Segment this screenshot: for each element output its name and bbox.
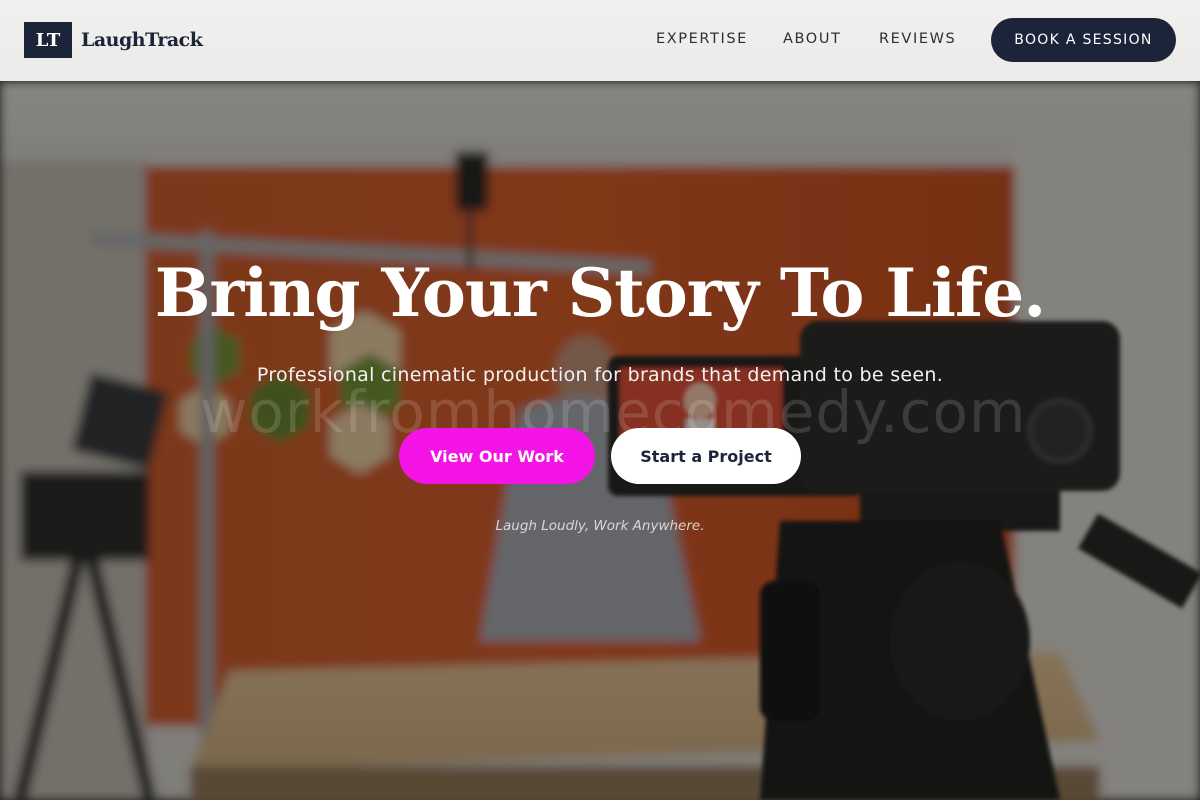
view-our-work-button[interactable]: View Our Work (399, 428, 595, 484)
hero-subtitle: Professional cinematic production for br… (256, 364, 944, 386)
hero-tagline: Laugh Loudly, Work Anywhere. (495, 518, 705, 534)
watermark-text: workfromhomecomedy.com (200, 378, 1027, 446)
logo[interactable]: LT LaughTrack (24, 22, 203, 58)
start-project-button[interactable]: Start a Project (611, 428, 801, 484)
brand-name: LaughTrack (81, 29, 203, 51)
logo-mark-icon: LT (24, 22, 72, 58)
book-session-button[interactable]: BOOK A SESSION (991, 18, 1176, 62)
nav-link-about[interactable]: ABOUT (783, 31, 842, 47)
nav-link-reviews[interactable]: REVIEWS (879, 31, 956, 47)
site-header: LT LaughTrack EXPERTISE ABOUT REVIEWS BO… (0, 0, 1200, 81)
hero-title: Bring Your Story To Life. (154, 254, 1047, 332)
nav-link-expertise[interactable]: EXPERTISE (656, 31, 748, 47)
